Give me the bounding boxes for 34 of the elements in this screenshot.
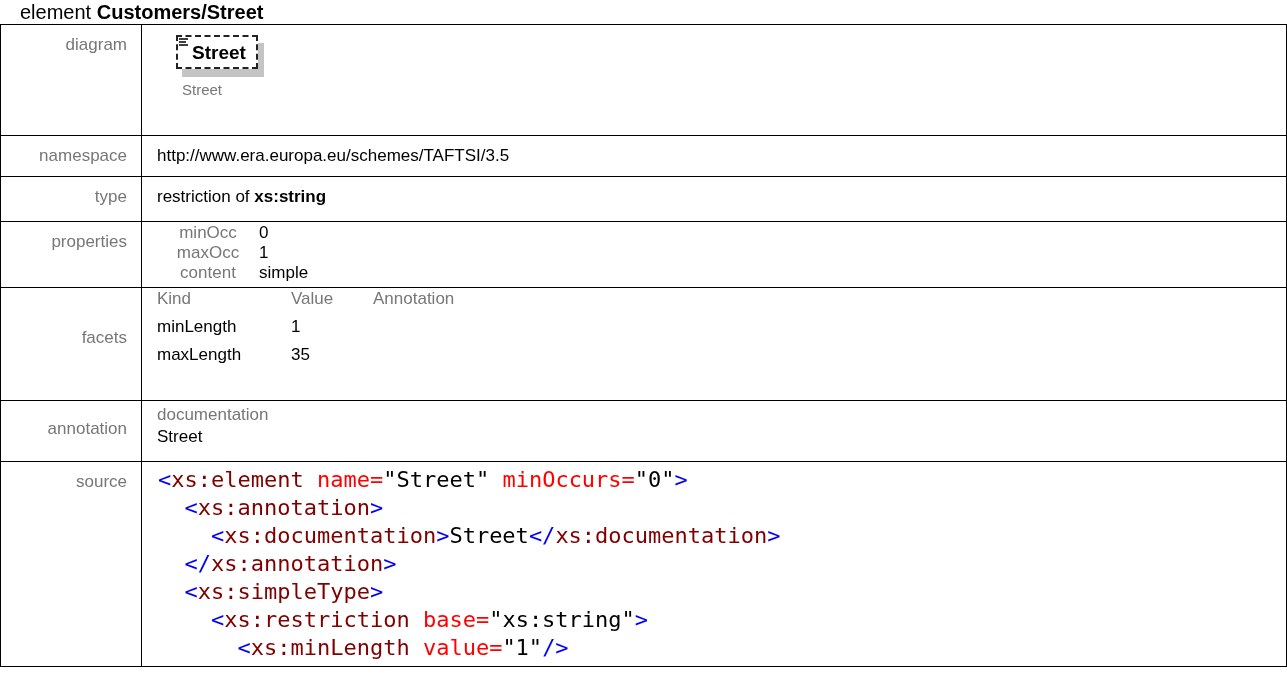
- column-header: Value: [291, 289, 335, 309]
- facet-value: 1: [291, 317, 302, 337]
- code-line: <xs:element name="Street" minOccurs="0">: [158, 466, 689, 494]
- annotation-text: Street: [157, 427, 204, 447]
- property-name: content: [179, 263, 237, 283]
- code-line: <xs:documentation>Street</xs:documentation>: [210, 522, 782, 550]
- facet-kind: maxLength: [157, 345, 243, 365]
- row-label: type: [94, 187, 127, 206]
- facet-kind: minLength: [157, 317, 238, 337]
- property-value: 1: [259, 243, 270, 263]
- property-value: 0: [259, 223, 270, 243]
- row-label: diagram: [65, 35, 127, 54]
- column-header: Kind: [157, 289, 193, 309]
- row-label: source: [75, 472, 127, 491]
- property-name: maxOcc: [175, 243, 241, 263]
- row-label: properties: [51, 232, 127, 251]
- property-value: simple: [259, 263, 310, 283]
- code-line: <xs:minLength value="1"/>: [237, 634, 570, 662]
- column-header: Annotation: [373, 289, 456, 309]
- element-caption: Street: [182, 81, 223, 98]
- code-line: <xs:annotation>: [184, 494, 385, 522]
- type-value: restriction of xs:string: [157, 187, 327, 206]
- row-label: namespace: [39, 146, 127, 165]
- code-line: </xs:annotation>: [184, 550, 398, 578]
- row-label: facets: [81, 328, 127, 347]
- lines-icon: [179, 38, 189, 46]
- annotation-heading: documentation: [157, 405, 270, 425]
- facet-value: 35: [291, 345, 311, 365]
- row-label: annotation: [47, 419, 127, 438]
- page-heading: element Customers/Street: [20, 1, 264, 23]
- property-name: minOcc: [178, 223, 238, 243]
- code-line: <xs:restriction base="xs:string">: [210, 606, 650, 634]
- code-line: <xs:simpleType>: [184, 578, 385, 606]
- namespace-value: http://www.era.europa.eu/schemes/TAFTSI/3.5: [157, 146, 510, 165]
